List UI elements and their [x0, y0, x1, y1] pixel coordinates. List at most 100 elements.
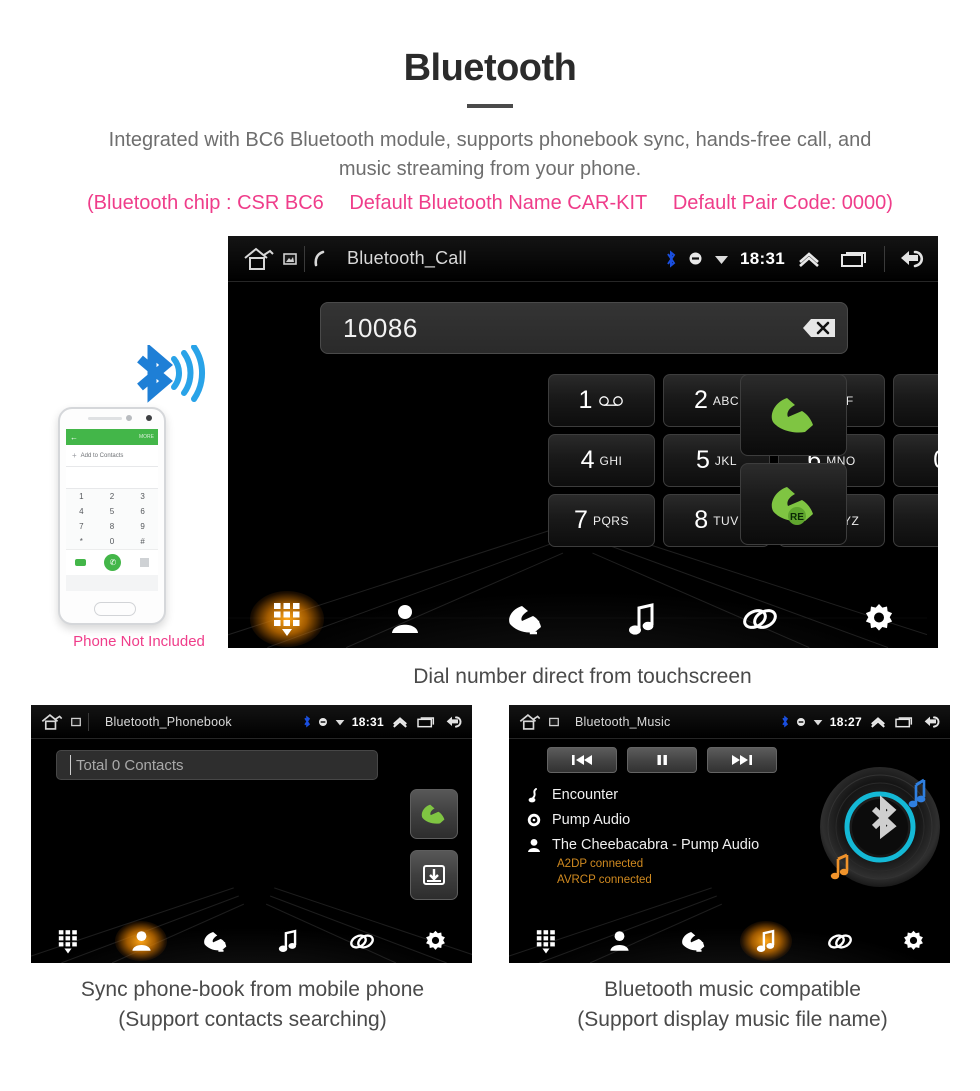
phone-key[interactable]: 7: [66, 519, 97, 534]
screenshot-icon[interactable]: [549, 717, 559, 727]
nav-contacts[interactable]: [105, 919, 179, 963]
recents-icon[interactable]: [894, 715, 914, 729]
key-1-digit: 1: [578, 386, 593, 414]
key-0[interactable]: 0 +: [893, 434, 938, 487]
phone-key[interactable]: 5: [97, 504, 128, 519]
back-icon[interactable]: [896, 247, 928, 271]
nav-music[interactable]: [730, 919, 804, 963]
chevron-up-icon[interactable]: [869, 715, 887, 729]
title-divider: [467, 103, 513, 108]
recents-icon[interactable]: [416, 715, 436, 729]
phone-handset-icon: [421, 804, 445, 824]
phone-key[interactable]: 4: [66, 504, 97, 519]
page-title: Bluetooth: [403, 47, 577, 89]
screenshot-icon[interactable]: [283, 252, 297, 266]
phone-key[interactable]: 8: [97, 519, 128, 534]
screen-title: Bluetooth_Music: [575, 714, 671, 729]
nav-contacts[interactable]: [583, 919, 657, 963]
dial-number-field[interactable]: 10086: [320, 302, 848, 354]
status-bar-left: Bluetooth_Call: [242, 245, 467, 272]
next-track-button[interactable]: [707, 747, 777, 773]
phone-key[interactable]: 0: [97, 534, 128, 549]
phone-key[interactable]: 2: [97, 489, 128, 504]
description-line-1: Integrated with BC6 Bluetooth module, su…: [108, 128, 872, 151]
nav-music[interactable]: [252, 919, 326, 963]
recents-icon[interactable]: [839, 249, 869, 269]
contact-icon: [610, 931, 629, 951]
chevron-up-icon[interactable]: [796, 249, 822, 269]
nav-settings[interactable]: [877, 919, 951, 963]
playback-controls: [547, 747, 777, 773]
key-7-digit: 7: [574, 506, 588, 534]
key-star[interactable]: *: [893, 374, 938, 427]
phone-icon[interactable]: [312, 250, 328, 268]
music-note-icon: [629, 603, 654, 635]
call-button[interactable]: [740, 374, 847, 456]
back-icon[interactable]: [921, 714, 943, 730]
contact-icon: [392, 605, 419, 633]
key-4[interactable]: 4 GHI: [548, 434, 655, 487]
phone-handset-icon: [771, 398, 813, 433]
phone-mockup: ← MORE + Add to Contacts 1 2 3 4 5 6 7 8: [44, 345, 234, 665]
phone-video-call-icon[interactable]: [75, 559, 87, 566]
contacts-search-input[interactable]: Total 0 Contacts: [56, 750, 378, 780]
phone-key[interactable]: *: [66, 534, 97, 549]
nav-contacts[interactable]: [346, 590, 464, 648]
status-bar: Bluetooth_Music 18:27: [509, 705, 950, 739]
album-row: Pump Audio: [527, 812, 759, 828]
nav-keypad[interactable]: [31, 919, 105, 963]
home-icon[interactable]: [518, 713, 542, 731]
artist-person-icon: [528, 838, 540, 852]
key-7[interactable]: 7 PQRS: [548, 494, 655, 547]
phone-key[interactable]: 3: [127, 489, 158, 504]
track-info: Encounter Pump Audio The Cheebacabra - P…: [527, 787, 759, 888]
home-icon[interactable]: [40, 713, 64, 731]
key-hash[interactable]: #: [893, 494, 938, 547]
nav-keypad[interactable]: [509, 919, 583, 963]
phone-keypad-toggle-icon[interactable]: [139, 558, 149, 567]
phone-key[interactable]: 6: [127, 504, 158, 519]
nav-pair[interactable]: [325, 919, 399, 963]
nav-call-history[interactable]: [656, 919, 730, 963]
nav-settings[interactable]: [820, 590, 938, 648]
download-contacts-button[interactable]: [410, 850, 458, 900]
phone-key[interactable]: 1: [66, 489, 97, 504]
phone-call-icon[interactable]: ✆: [104, 554, 122, 571]
back-icon[interactable]: [443, 714, 465, 730]
previous-track-button[interactable]: [547, 747, 617, 773]
nav-call-history[interactable]: [465, 590, 583, 648]
key-4-letters: GHI: [599, 453, 623, 468]
status-divider: [88, 712, 89, 731]
keypad-icon: [274, 603, 300, 636]
chevron-up-icon[interactable]: [391, 715, 409, 729]
artist-name: The Cheebacabra - Pump Audio: [552, 837, 760, 853]
nav-call-history[interactable]: [178, 919, 252, 963]
mute-icon: [689, 252, 702, 265]
key-1[interactable]: 1: [548, 374, 655, 427]
phone-key[interactable]: #: [127, 534, 158, 549]
home-icon[interactable]: [242, 246, 276, 272]
gear-icon: [903, 930, 923, 950]
status-bar: Bluetooth_Phonebook 18:31: [31, 705, 472, 739]
status-bar: Bluetooth_Call 18:31: [228, 236, 938, 282]
pause-button[interactable]: [627, 747, 697, 773]
phonebook-call-button[interactable]: [410, 789, 458, 839]
phone-sensor: [126, 415, 132, 421]
phone-screen: ← MORE + Add to Contacts 1 2 3 4 5 6 7 8: [66, 429, 158, 591]
screenshot-icon[interactable]: [71, 717, 81, 727]
nav-keypad[interactable]: [228, 590, 346, 648]
nav-pair[interactable]: [701, 590, 819, 648]
nav-pair[interactable]: [803, 919, 877, 963]
mute-icon: [796, 717, 805, 726]
nav-music[interactable]: [583, 590, 701, 648]
phone-key[interactable]: 9: [127, 519, 158, 534]
phone-home-button[interactable]: [94, 602, 136, 616]
backspace-icon[interactable]: [791, 315, 837, 341]
dialed-number: 10086: [343, 312, 418, 343]
phone-app-header: ← MORE: [66, 429, 158, 445]
description-line-2: music streaming from your phone.: [338, 157, 642, 180]
bluetooth-phonebook-screen: Bluetooth_Phonebook 18:31 Total 0 Contac…: [31, 705, 472, 963]
redial-button[interactable]: RE: [740, 463, 847, 545]
clock: 18:31: [740, 248, 785, 268]
nav-settings[interactable]: [399, 919, 473, 963]
